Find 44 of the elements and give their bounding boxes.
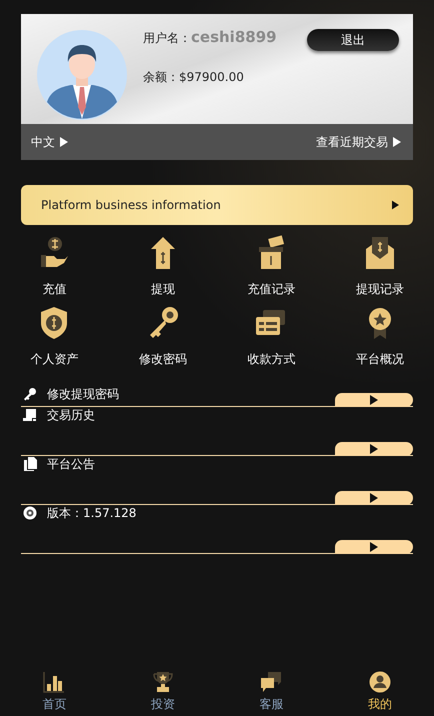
triangle-icon <box>370 444 378 454</box>
triangle-icon <box>60 137 68 147</box>
username-label: 用户名： <box>143 30 191 47</box>
shortcut-label[interactable]: 个人资产 <box>30 351 78 368</box>
arrow-button[interactable] <box>335 442 413 456</box>
info-banner[interactable]: Platform business information <box>21 185 413 225</box>
arrow-button[interactable] <box>335 491 413 505</box>
copy-icon <box>23 457 37 471</box>
balance-label: 余额： <box>143 70 179 84</box>
logout-button[interactable]: 退出 <box>307 29 399 51</box>
shortcut-label[interactable]: 平台概况 <box>356 351 404 368</box>
nav-tab[interactable]: 我的 <box>326 668 434 716</box>
menu-item-label[interactable]: 修改提现密码 <box>47 386 119 402</box>
language-link[interactable]: 中文 <box>31 134 68 150</box>
disc-icon <box>23 506 37 520</box>
triangle-icon <box>370 542 378 552</box>
document-icon <box>23 408 37 422</box>
shortcut-label[interactable]: 充值记录 <box>247 281 296 298</box>
banner-text: Platform business information <box>41 198 221 212</box>
arrow-button[interactable] <box>335 393 413 407</box>
bar-chart-icon <box>43 671 66 693</box>
nav-tab[interactable]: 首页 <box>0 668 108 716</box>
chat-icon <box>260 671 282 693</box>
recent-transactions-link[interactable]: 查看近期交易 <box>316 134 401 150</box>
shortcut-label[interactable]: 充值 <box>42 281 66 298</box>
nav-tab[interactable]: 投资 <box>108 668 217 716</box>
menu-item-label[interactable]: 交易历史 <box>47 406 95 424</box>
shortcut-label[interactable]: 提现 <box>150 281 175 298</box>
triangle-icon <box>370 395 378 405</box>
balance-value: $97900.00 <box>179 70 244 84</box>
key-icon <box>23 387 37 401</box>
trophy-icon <box>152 671 174 693</box>
username: ceshi8899 <box>191 28 277 46</box>
shortcut-label[interactable]: 修改密码 <box>138 351 187 368</box>
triangle-icon <box>393 137 401 147</box>
menu-item-label[interactable]: 平台公告 <box>47 456 95 472</box>
nav-tab[interactable]: 客服 <box>217 668 326 716</box>
arrow-button[interactable] <box>335 540 413 554</box>
shortcut-label[interactable]: 收款方式 <box>247 351 296 368</box>
shortcut-label[interactable]: 提现记录 <box>356 281 404 298</box>
triangle-icon <box>370 493 378 503</box>
user-icon <box>368 671 391 693</box>
menu-item-label[interactable]: 版本：1.57.128 <box>47 504 136 522</box>
triangle-icon <box>392 200 399 210</box>
